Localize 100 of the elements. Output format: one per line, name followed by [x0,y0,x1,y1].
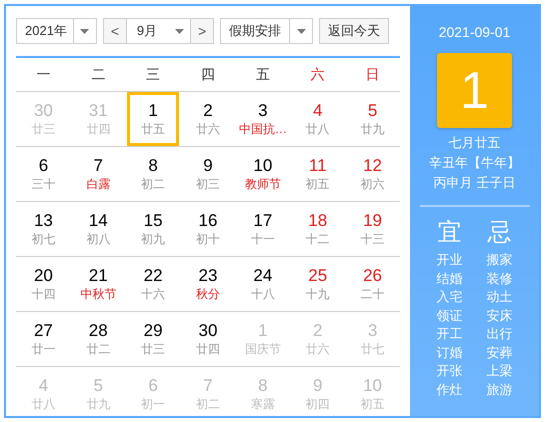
lunar-date: 寒露 [250,396,275,412]
lunar-date: 廿八 [306,121,330,137]
day-cell[interactable]: 4 廿八 [292,92,344,146]
caret-icon [175,28,184,34]
day-cell[interactable]: 22 十六 [127,257,180,311]
day-cell[interactable]: 1 廿五 [127,92,180,146]
lunar-date: 廿一 [31,341,56,357]
day-cell[interactable]: 20 十四 [17,257,70,311]
suitable-item: 订婚 [436,344,462,362]
lunar-date: 十一 [250,231,275,247]
avoid-item: 上梁 [486,362,512,380]
lunar-date: 初十 [196,231,220,247]
lunar-date: 初九 [141,231,166,247]
day-cell[interactable]: 9 初三 [182,147,234,201]
lunar-date: 廿八 [31,396,56,412]
avoid-item: 搬家 [486,251,512,269]
avoid-item: 安床 [486,306,512,324]
weekday-header: 二 [90,66,106,84]
day-cell[interactable]: 12 初六 [346,147,399,201]
next-month-button[interactable]: > [191,19,214,43]
day-number: 25 [308,266,328,286]
day-cell[interactable]: 19 十三 [346,202,399,256]
day-number: 8 [148,156,158,176]
day-number: 4 [38,376,48,396]
suitable-item: 入宅 [436,288,462,306]
lunar-date: 廿二 [86,341,110,357]
day-cell[interactable]: 16 初十 [182,202,234,256]
day-number: 14 [88,211,108,231]
day-number: 12 [363,156,382,176]
day-number: 13 [34,211,53,231]
caret-icon [296,28,306,34]
lunar-date: 初六 [360,176,385,192]
day-cell[interactable]: 13 初七 [17,202,70,256]
suitable-item: 领证 [436,306,462,324]
day-number: 30 [198,321,218,341]
selected-date: 2021-09-01 [438,24,510,40]
previous-month-button[interactable]: < [104,19,126,43]
lunar-date: 三十 [31,176,56,192]
suitable-item: 开张 [436,362,462,380]
lunar-date: 廿九 [360,121,385,137]
day-cell[interactable]: 8 初二 [127,147,180,201]
day-number: 19 [363,211,382,231]
day-cell[interactable]: 14 初八 [72,202,124,256]
day-cell[interactable]: 15 初九 [127,202,180,256]
day-cell[interactable]: 10 教师节 [236,147,289,201]
day-cell[interactable]: 26 二十 [346,257,399,311]
day-number: 1 [258,321,268,341]
day-number: 5 [94,376,103,396]
lunar-date: 廿四 [86,121,110,137]
day-cell[interactable]: 23 秋分 [182,257,234,311]
day-number: 30 [34,101,53,121]
day-cell[interactable]: 24 十八 [236,257,289,311]
year-dropdown[interactable]: 2021年 [16,18,97,44]
lunar-date: 廿六 [196,121,220,137]
lunar-date: 廿六 [306,341,330,357]
lunar-date: 十三 [360,231,385,247]
day-number: 10 [253,156,272,176]
day-number: 22 [144,266,163,286]
day-cell[interactable]: 6 三十 [17,147,70,201]
month-selector[interactable]: < 9月 > [102,18,214,44]
lunar-date: 廿五 [141,121,166,137]
lunar-date: 初八 [86,231,110,247]
lunar-info: 丙申月 壬子日 [434,174,516,192]
day-cell[interactable]: 17 十一 [236,202,289,256]
day-number: 5 [368,101,378,121]
day-number: 3 [258,101,268,121]
day-cell[interactable]: 7 白露 [72,147,124,201]
day-cell[interactable]: 2 廿六 [182,92,234,146]
day-number: 17 [253,211,272,231]
festival-label: 中国抗… [238,121,287,137]
lunar-info: 七月廿五 [448,134,500,152]
lunar-date: 初一 [141,396,166,412]
day-cell[interactable]: 3 中国抗… [236,92,289,146]
lunar-date: 二十 [360,286,385,302]
avoid-heading: 忌 [488,218,512,248]
day-cell[interactable]: 29 廿三 [127,312,180,366]
lunar-date: 初三 [196,176,220,192]
suitable-item: 作灶 [436,380,462,398]
weekday-header: 一 [35,66,52,84]
back-to-today-button[interactable]: 返回今天 [319,18,390,44]
suitable-heading: 宜 [438,218,462,248]
lunar-date: 十九 [306,286,330,302]
day-cell[interactable]: 18 十二 [292,202,344,256]
day-cell[interactable]: 30 廿四 [182,312,234,366]
day-cell[interactable]: 21 中秋节 [72,257,124,311]
weekday-header: 五 [254,66,271,84]
festival-label: 教师节 [244,176,281,192]
day-cell[interactable]: 11 初五 [292,147,344,201]
day-cell[interactable]: 25 十九 [292,257,344,311]
day-number: 2 [203,101,213,121]
caret-icon [80,28,90,34]
avoid-item: 安葬 [486,344,512,362]
day-cell[interactable]: 28 廿二 [72,312,124,366]
day-cell[interactable]: 5 廿九 [346,92,399,146]
day-number: 7 [94,156,103,176]
day-cell[interactable]: 27 廿一 [17,312,70,366]
lunar-date: 初四 [306,396,330,412]
holiday-dropdown[interactable]: 假期安排 [220,18,314,44]
day-number: 28 [88,321,108,341]
lunar-date: 廿三 [31,121,56,137]
